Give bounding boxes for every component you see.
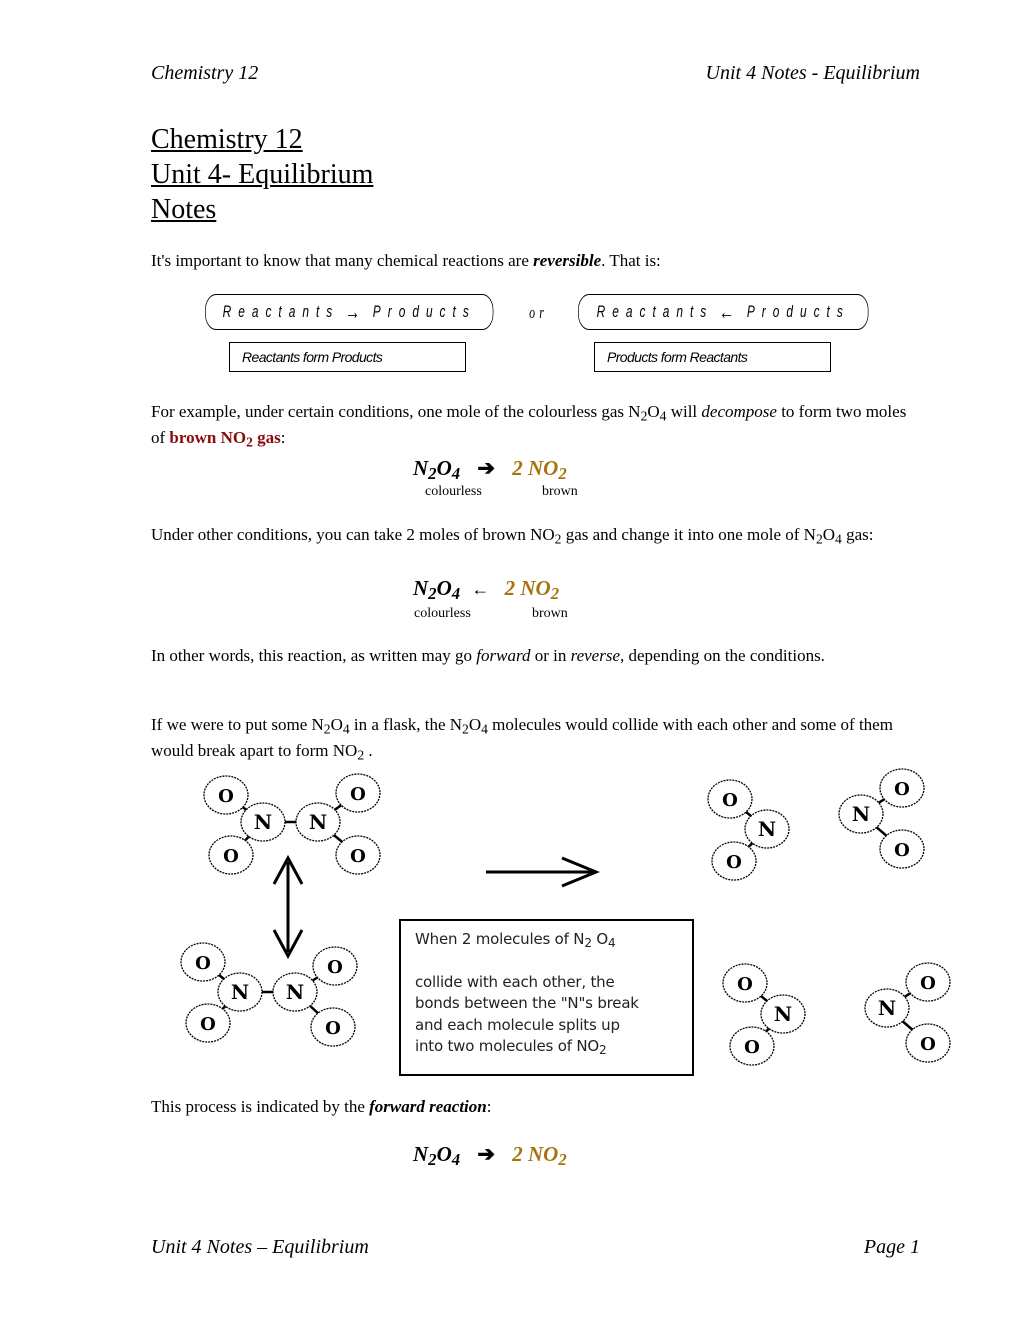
nitrogen-atom: N bbox=[217, 972, 263, 1012]
oxygen-atom: O bbox=[180, 942, 226, 982]
text: When 2 molecules of N bbox=[415, 930, 585, 948]
nitrogen-atom: N bbox=[760, 994, 806, 1034]
figure-caption-box: When 2 molecules of N2 O4 collide with e… bbox=[399, 919, 694, 1076]
nitrogen-atom-label: N bbox=[231, 980, 249, 1004]
caption-line: When 2 molecules of N2 O4 bbox=[415, 929, 692, 951]
nitrogen-atom: N bbox=[838, 794, 884, 834]
oxygen-atom: O bbox=[185, 1003, 231, 1043]
nitrogen-atom: N bbox=[864, 988, 910, 1028]
nitrogen-atom-label: N bbox=[878, 996, 896, 1020]
nitrogen-atom: N bbox=[295, 802, 341, 842]
oxygen-atom-label: O bbox=[223, 846, 239, 867]
caption-line: and each molecule splits up bbox=[415, 1015, 620, 1034]
text: This process is indicated by the bbox=[151, 1097, 370, 1116]
oxygen-atom: O bbox=[905, 962, 951, 1002]
footer-page-number: Page 1 bbox=[863, 1236, 920, 1258]
oxygen-atom-label: O bbox=[218, 786, 234, 807]
caption-line: into two molecules of NO2 bbox=[415, 1036, 692, 1058]
text: O bbox=[591, 930, 608, 948]
subscript: 4 bbox=[607, 936, 616, 950]
oxygen-atom-label: O bbox=[350, 784, 366, 805]
oxygen-atom-label: O bbox=[195, 953, 211, 974]
reaction-arrow-icon bbox=[486, 856, 600, 888]
caption-line: bonds between the "N"s break bbox=[415, 994, 639, 1012]
subscript: 2 bbox=[598, 1043, 607, 1057]
oxygen-atom: O bbox=[879, 768, 925, 808]
emphasis: forward reaction bbox=[369, 1097, 487, 1116]
subscript: 2 bbox=[558, 1150, 567, 1170]
molecule-collision-figure: O OO ON NO OO ON NOONOONOONOON bbox=[180, 768, 951, 1066]
oxygen-atom-label: O bbox=[894, 840, 910, 861]
nitrogen-atom-label: N bbox=[774, 1002, 792, 1026]
oxygen-atom: O bbox=[310, 1007, 356, 1047]
subscript: 2 bbox=[428, 1150, 437, 1170]
oxygen-atom: O bbox=[335, 773, 381, 813]
footer-left: Unit 4 Notes – Equilibrium bbox=[151, 1236, 369, 1258]
nitrogen-atom-label: N bbox=[758, 817, 776, 841]
paragraph-forward-reaction: This process is indicated by the forward… bbox=[151, 1094, 921, 1120]
oxygen-atom-label: O bbox=[350, 846, 366, 867]
subscript: 2 bbox=[584, 936, 592, 950]
text: 2 NO bbox=[512, 1142, 559, 1166]
oxygen-atom: O bbox=[711, 841, 757, 881]
oxygen-atom-label: O bbox=[920, 1034, 936, 1055]
oxygen-atom-label: O bbox=[744, 1037, 760, 1058]
nitrogen-atom: N bbox=[272, 972, 318, 1012]
subscript: 4 bbox=[451, 1150, 461, 1170]
nitrogen-atom-label: N bbox=[254, 810, 272, 834]
text: into two molecules of NO bbox=[415, 1037, 599, 1055]
forward-arrow-icon: ➔ bbox=[477, 1142, 495, 1166]
oxygen-atom: O bbox=[335, 835, 381, 875]
nitrogen-atom: N bbox=[744, 809, 790, 849]
oxygen-atom-label: O bbox=[327, 957, 343, 978]
oxygen-atom-label: O bbox=[200, 1014, 216, 1035]
nitrogen-atom: N bbox=[240, 802, 286, 842]
oxygen-atom-label: O bbox=[920, 973, 936, 994]
text: : bbox=[486, 1097, 492, 1116]
oxygen-atom-label: O bbox=[325, 1018, 341, 1039]
oxygen-atom: O bbox=[879, 829, 925, 869]
oxygen-atom: O bbox=[208, 835, 254, 875]
oxygen-atom: O bbox=[707, 779, 753, 819]
nitrogen-atom-label: N bbox=[286, 980, 304, 1004]
equation-final: N2O4 ➔ 2 NO2 bbox=[413, 1142, 567, 1170]
oxygen-atom: O bbox=[312, 946, 358, 986]
eq-reactant: N bbox=[413, 1142, 429, 1166]
oxygen-atom-label: O bbox=[722, 790, 738, 811]
oxygen-atom: O bbox=[729, 1026, 775, 1066]
oxygen-atom: O bbox=[203, 775, 249, 815]
nitrogen-atom-label: N bbox=[309, 810, 327, 834]
double-arrow-icon bbox=[272, 854, 304, 960]
caption-line: collide with each other, the bbox=[415, 972, 615, 991]
eq-product: 2 NO2 bbox=[512, 1142, 567, 1170]
oxygen-atom: O bbox=[905, 1023, 951, 1063]
oxygen-atom-label: O bbox=[737, 974, 753, 995]
oxygen-atom: O bbox=[722, 963, 768, 1003]
nitrogen-atom-label: N bbox=[852, 802, 870, 826]
oxygen-atom-label: O bbox=[726, 852, 742, 873]
text: O bbox=[436, 1142, 452, 1166]
oxygen-atom-label: O bbox=[894, 779, 910, 800]
